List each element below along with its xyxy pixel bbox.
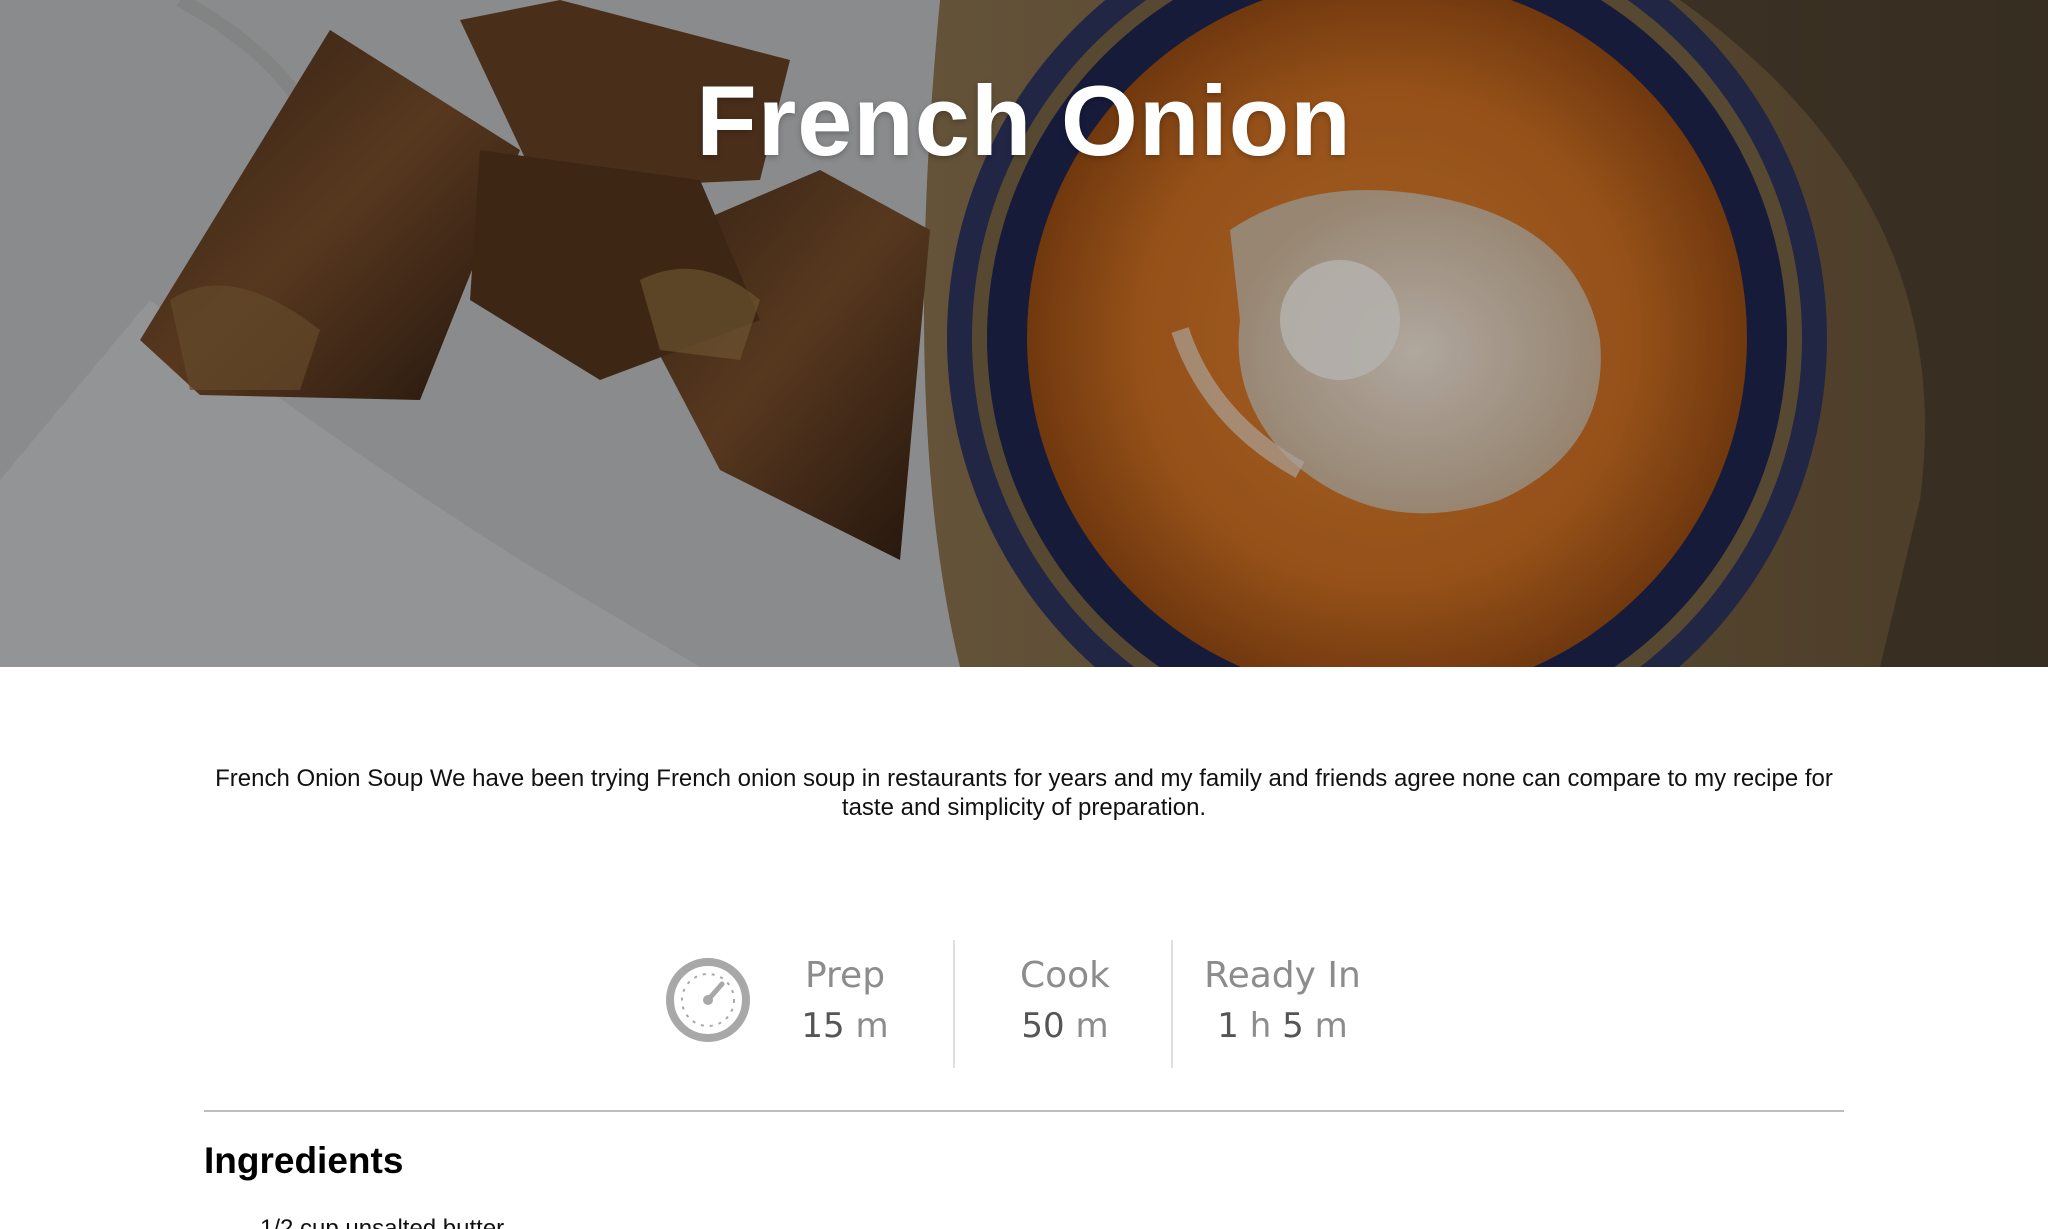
ready-time: Ready In 1 h 5 m: [1200, 954, 1365, 1054]
time-divider: [1171, 940, 1173, 1068]
ingredient-item: 1/2 cup unsalted butter: [260, 1215, 505, 1229]
ingredient-list: 1/2 cup unsalted butter: [260, 1212, 504, 1229]
cook-label: Cook: [1019, 955, 1111, 996]
time-divider: [953, 940, 955, 1068]
ready-value: 1 h 5 m: [1217, 1006, 1348, 1046]
prep-time: Prep 15 m: [790, 954, 900, 1054]
recipe-times: Prep 15 m Cook 50 m Ready In 1 h 5 m: [0, 940, 2048, 1070]
section-divider: [204, 1110, 1844, 1112]
cook-time: Cook 50 m: [1000, 954, 1130, 1054]
prep-value: 15 m: [801, 1006, 889, 1046]
ready-label: Ready In: [1204, 955, 1361, 996]
cook-value: 50 m: [1021, 1006, 1109, 1046]
page-title: French Onion: [696, 65, 1352, 176]
hero-banner: French Onion: [0, 0, 2048, 667]
prep-label: Prep: [804, 955, 886, 996]
ingredients-heading: Ingredients: [204, 1140, 404, 1181]
clock-icon: [666, 958, 750, 1042]
recipe-description: French Onion Soup We have been trying Fr…: [215, 765, 1833, 821]
